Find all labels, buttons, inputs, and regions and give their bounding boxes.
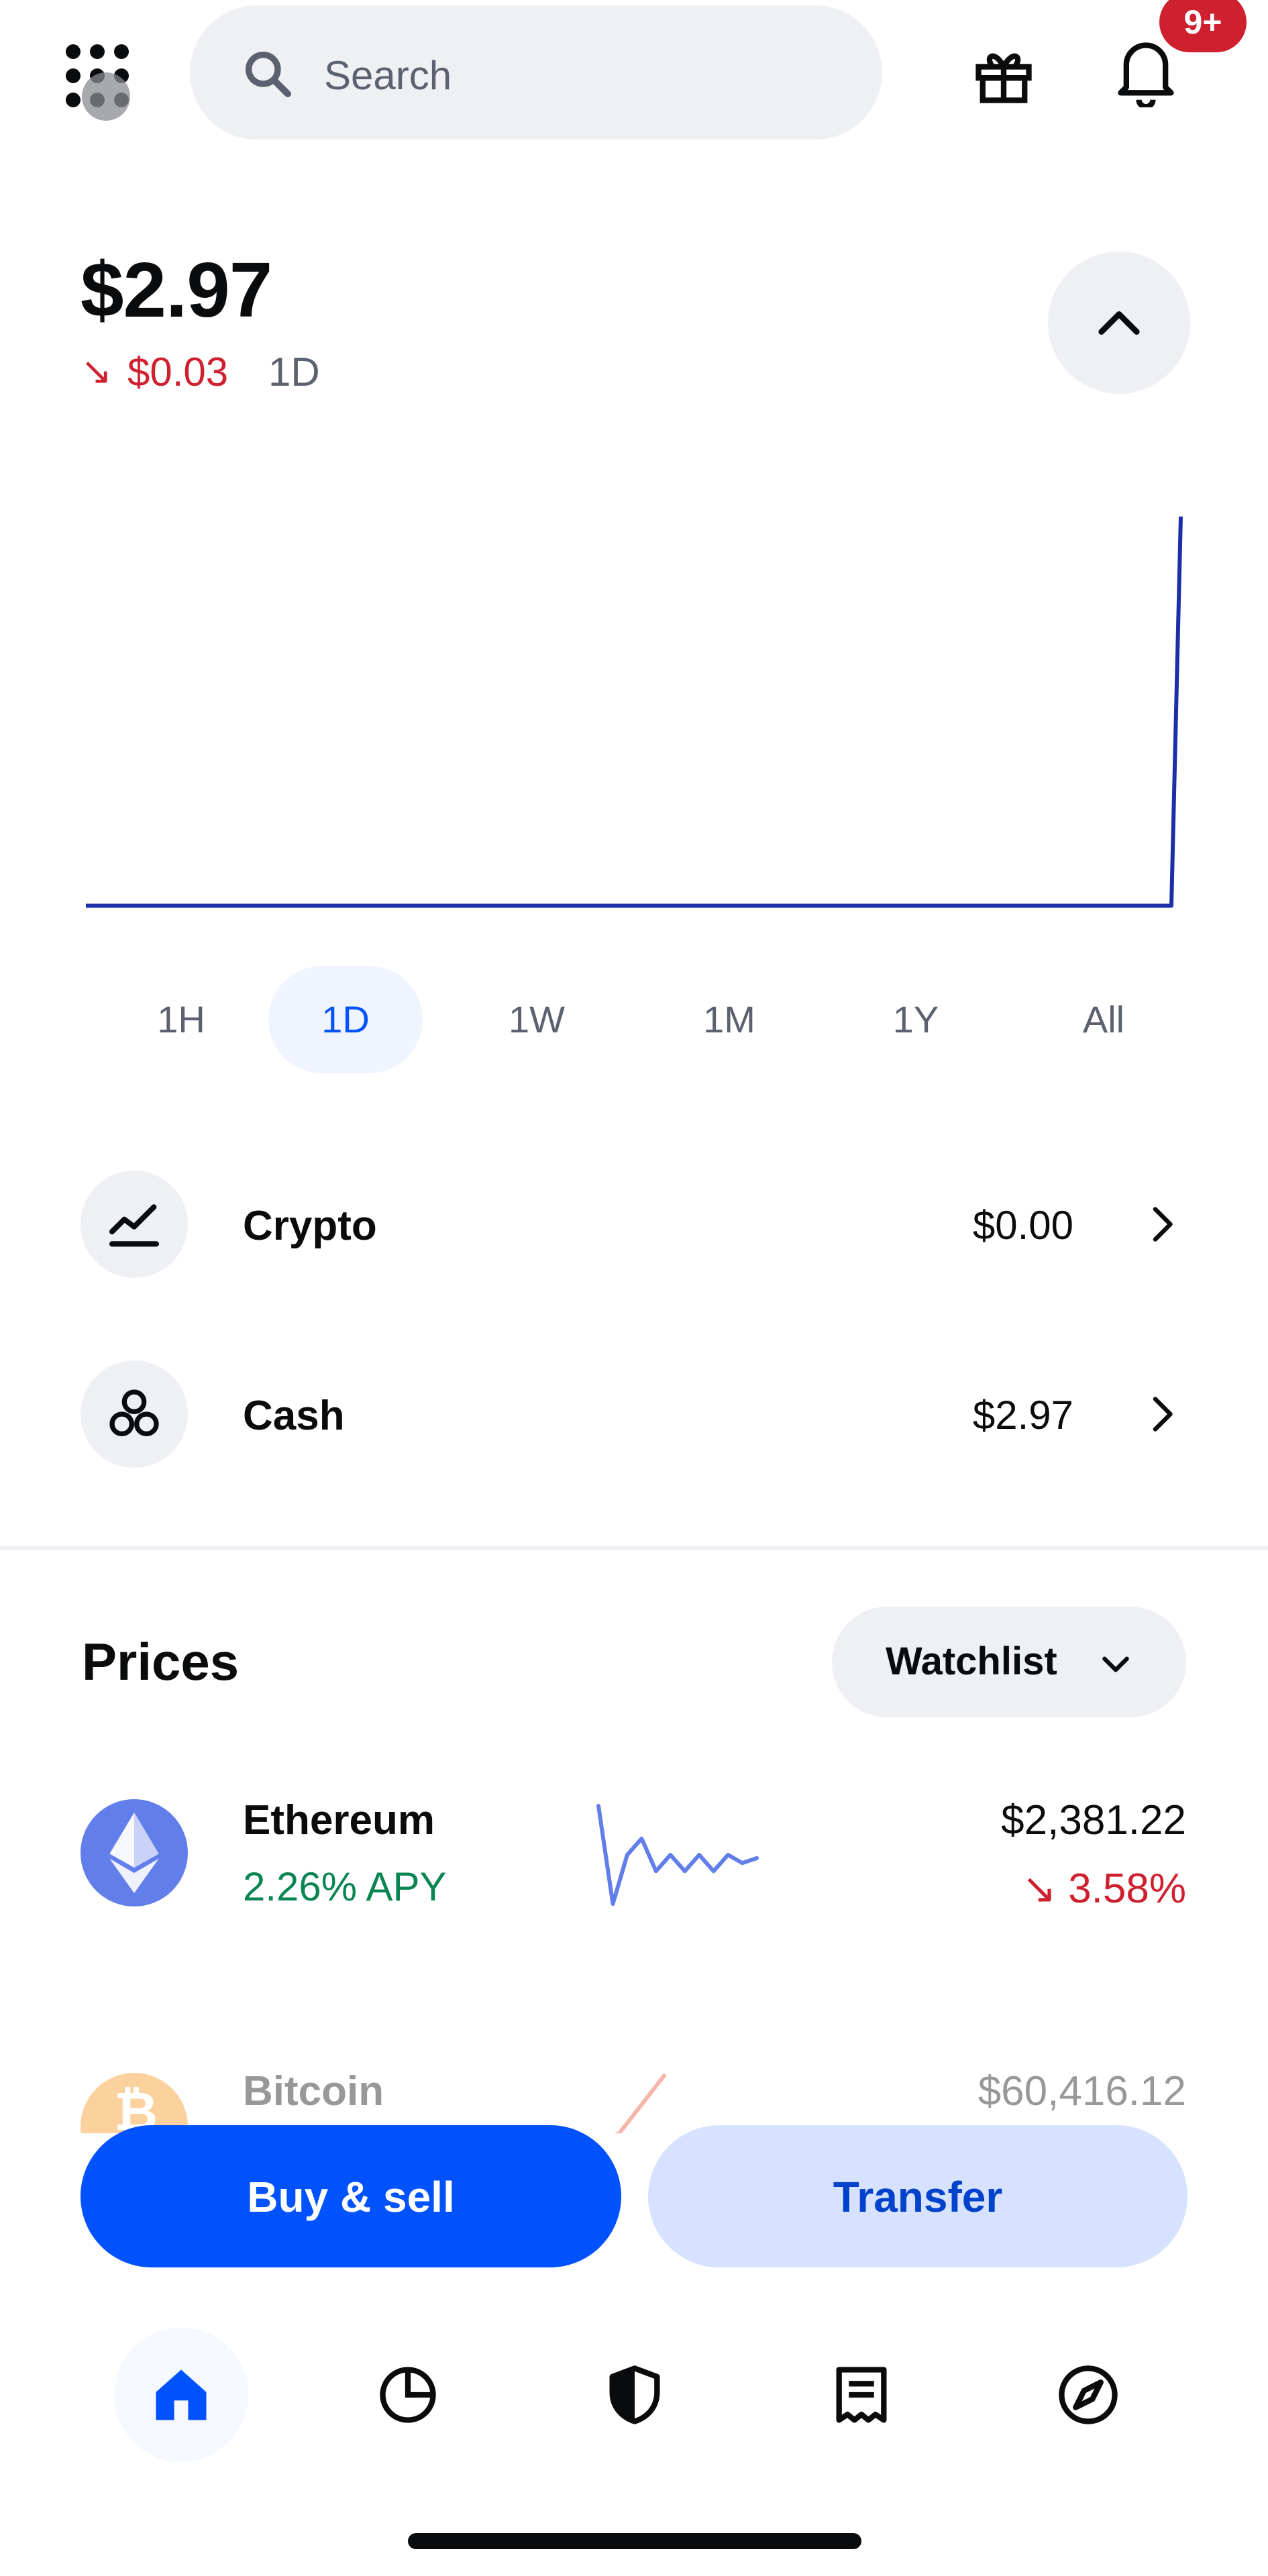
buy-sell-button[interactable]: Buy & sell (81, 2125, 621, 2267)
coin-change: ↘ 3.58% (1022, 1864, 1186, 1913)
balance-chart[interactable] (0, 470, 1268, 939)
asset-icon-wrap (81, 1171, 188, 1278)
asset-icon-wrap (81, 1360, 188, 1468)
range-tab-1h[interactable]: 1H (104, 966, 258, 1073)
chart-trend-icon (109, 1204, 160, 1247)
ethereum-sparkline (596, 1804, 759, 1906)
ethereum-logo-icon (81, 1799, 188, 1907)
buy-sell-label: Buy & sell (247, 2173, 455, 2221)
range-tab-1d[interactable]: 1D (268, 966, 423, 1073)
range-tab-1m[interactable]: 1M (652, 966, 806, 1073)
search-icon (246, 52, 291, 97)
asset-row-cash[interactable]: Cash $2.97 (0, 1330, 1268, 1498)
bitcoin-sparkline (613, 2074, 666, 2133)
explore-compass-icon (1059, 2365, 1118, 2424)
home-indicator (408, 2533, 861, 2549)
coin-apy: 2.26% APY (243, 1864, 447, 1909)
coin-price: $2,381.22 (1001, 1797, 1186, 1843)
transfer-label: Transfer (833, 2173, 1003, 2221)
avatar[interactable] (82, 72, 130, 121)
bitcoin-logo-icon: ₿ (81, 2073, 188, 2133)
balance-series-line (86, 516, 1183, 908)
notification-badge: 9+ (1159, 0, 1247, 52)
search-placeholder: Search (324, 53, 452, 98)
chevron-right-icon (1153, 1397, 1173, 1432)
chevron-right-icon (1153, 1207, 1173, 1242)
gift-icon[interactable] (970, 42, 1037, 109)
price-row-bitcoin[interactable]: ₿ Bitcoin $60,416.12 (0, 2053, 1268, 2133)
asset-value: $0.00 (972, 1203, 1073, 1248)
nav-home[interactable] (114, 2328, 248, 2462)
collapse-chart-button[interactable] (1048, 252, 1190, 394)
portfolio-pie-icon (380, 2367, 436, 2423)
balance-change-value: $0.03 (127, 350, 229, 394)
search-bar[interactable]: Search (190, 5, 882, 140)
watchlist-dropdown[interactable]: Watchlist (832, 1607, 1186, 1717)
down-arrow-icon: ↘ (81, 350, 112, 392)
range-tab-1y[interactable]: 1Y (839, 966, 993, 1073)
home-icon (156, 2369, 207, 2420)
portfolio-balance: $2.97 (81, 246, 272, 333)
coin-name: Ethereum (243, 1797, 435, 1843)
sparkline-path (613, 2074, 666, 2133)
asset-name: Cash (243, 1393, 345, 1439)
asset-row-crypto[interactable]: Crypto $0.00 (0, 1140, 1268, 1308)
apps-grid-icon[interactable] (60, 39, 134, 121)
price-row-ethereum[interactable]: Ethereum 2.26% APY $2,381.22 ↘ 3.58% (0, 1784, 1268, 1945)
watchlist-label: Watchlist (886, 1640, 1057, 1683)
sparkline-path (596, 1804, 759, 1906)
coin-change-value: 3.58% (1068, 1866, 1186, 1912)
section-divider (0, 1546, 1268, 1550)
asset-value: $2.97 (972, 1393, 1073, 1438)
news-icon (836, 2367, 887, 2423)
coin-price: $60,416.12 (978, 2068, 1186, 2114)
range-tab-all[interactable]: All (1026, 966, 1181, 1073)
nav-portfolio[interactable] (341, 2328, 475, 2462)
coin-name: Bitcoin (243, 2068, 384, 2114)
down-arrow-icon: ↘ (1022, 1866, 1057, 1912)
asset-name: Crypto (243, 1203, 377, 1249)
shield-icon (609, 2365, 660, 2424)
balance-change-period: 1D (268, 350, 320, 394)
transfer-button[interactable]: Transfer (648, 2125, 1187, 2267)
chevron-down-icon (1102, 1656, 1129, 1672)
nav-news[interactable] (794, 2328, 929, 2462)
range-tab-1w[interactable]: 1W (460, 966, 614, 1073)
coins-icon (109, 1389, 159, 1436)
nav-security[interactable] (568, 2328, 702, 2462)
chevron-up-icon (1098, 311, 1140, 335)
nav-explore[interactable] (1021, 2328, 1155, 2462)
prices-heading: Prices (82, 1632, 240, 1691)
